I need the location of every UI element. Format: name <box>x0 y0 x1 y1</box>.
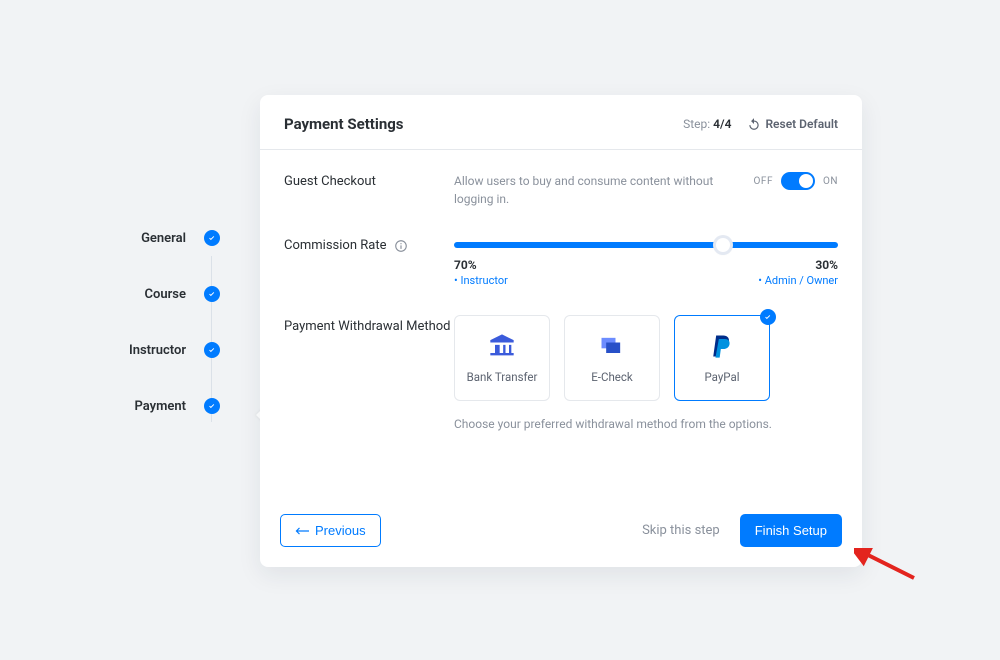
header-meta: Step: 4/4 Reset Default <box>683 117 838 131</box>
method-paypal[interactable]: PayPal <box>674 315 770 401</box>
page-title: Payment Settings <box>284 115 404 133</box>
wizard-step-label: Course <box>145 287 186 302</box>
arrow-left-icon <box>295 525 309 537</box>
check-icon <box>204 230 220 246</box>
paypal-icon <box>708 332 736 360</box>
reset-default-button[interactable]: Reset Default <box>747 117 838 131</box>
toggle-on-label: ON <box>823 176 838 187</box>
wizard-step-course[interactable]: Course <box>0 286 230 302</box>
guest-checkout-toggle[interactable] <box>781 172 815 190</box>
wizard-step-instructor[interactable]: Instructor <box>0 342 230 358</box>
wizard-step-general[interactable]: General <box>0 230 230 246</box>
step-counter: Step: 4/4 <box>683 117 731 131</box>
selected-check-icon <box>760 309 776 325</box>
guest-checkout-help: Allow users to buy and consume content w… <box>454 172 754 208</box>
card-header: Payment Settings Step: 4/4 Reset Default <box>260 95 862 150</box>
instructor-role-label: Instructor <box>454 274 508 287</box>
wizard-step-payment[interactable]: Payment <box>0 398 230 414</box>
slider-thumb[interactable] <box>716 238 730 252</box>
method-label: E-Check <box>591 370 632 384</box>
row-withdrawal-method: Payment Withdrawal Method Bank Transfer … <box>284 315 838 433</box>
withdrawal-label: Payment Withdrawal Method <box>284 315 454 334</box>
method-bank-transfer[interactable]: Bank Transfer <box>454 315 550 401</box>
commission-rate-label: Commission Rate <box>284 236 454 253</box>
refresh-icon <box>747 117 761 131</box>
wizard-step-label: Instructor <box>129 343 186 358</box>
echeck-icon <box>598 332 626 360</box>
card-footer: Previous Skip this step Finish Setup <box>260 498 862 567</box>
annotation-arrow-icon <box>854 548 924 588</box>
admin-role-label: Admin / Owner <box>758 274 838 287</box>
commission-slider[interactable] <box>454 242 838 248</box>
finish-setup-button[interactable]: Finish Setup <box>740 514 842 547</box>
payment-settings-card: Payment Settings Step: 4/4 Reset Default… <box>260 95 862 567</box>
wizard-steps: General Course Instructor Payment <box>0 230 230 454</box>
toggle-off-label: OFF <box>754 176 773 187</box>
row-commission-rate: Commission Rate 70% Instructor 30% Admin… <box>284 236 838 287</box>
method-label: Bank Transfer <box>467 370 538 384</box>
wizard-step-label: Payment <box>134 399 186 414</box>
check-icon <box>204 286 220 302</box>
bank-icon <box>488 332 516 360</box>
guest-checkout-label: Guest Checkout <box>284 172 454 189</box>
row-guest-checkout: Guest Checkout Allow users to buy and co… <box>284 172 838 208</box>
withdrawal-help: Choose your preferred withdrawal method … <box>454 415 838 433</box>
guest-checkout-toggle-wrap: OFF ON <box>754 172 838 190</box>
card-body: Guest Checkout Allow users to buy and co… <box>260 150 862 498</box>
previous-button[interactable]: Previous <box>280 514 381 547</box>
check-icon <box>204 342 220 358</box>
check-icon <box>204 398 220 414</box>
wizard-step-label: General <box>141 231 186 246</box>
admin-percentage: 30% <box>815 258 838 272</box>
skip-step-link[interactable]: Skip this step <box>642 523 720 538</box>
commission-legend: 70% Instructor 30% Admin / Owner <box>454 258 838 287</box>
instructor-percentage: 70% <box>454 258 508 272</box>
method-label: PayPal <box>704 370 739 384</box>
method-echeck[interactable]: E-Check <box>564 315 660 401</box>
info-icon[interactable] <box>394 239 408 253</box>
withdrawal-methods: Bank Transfer E-Check <box>454 315 838 401</box>
